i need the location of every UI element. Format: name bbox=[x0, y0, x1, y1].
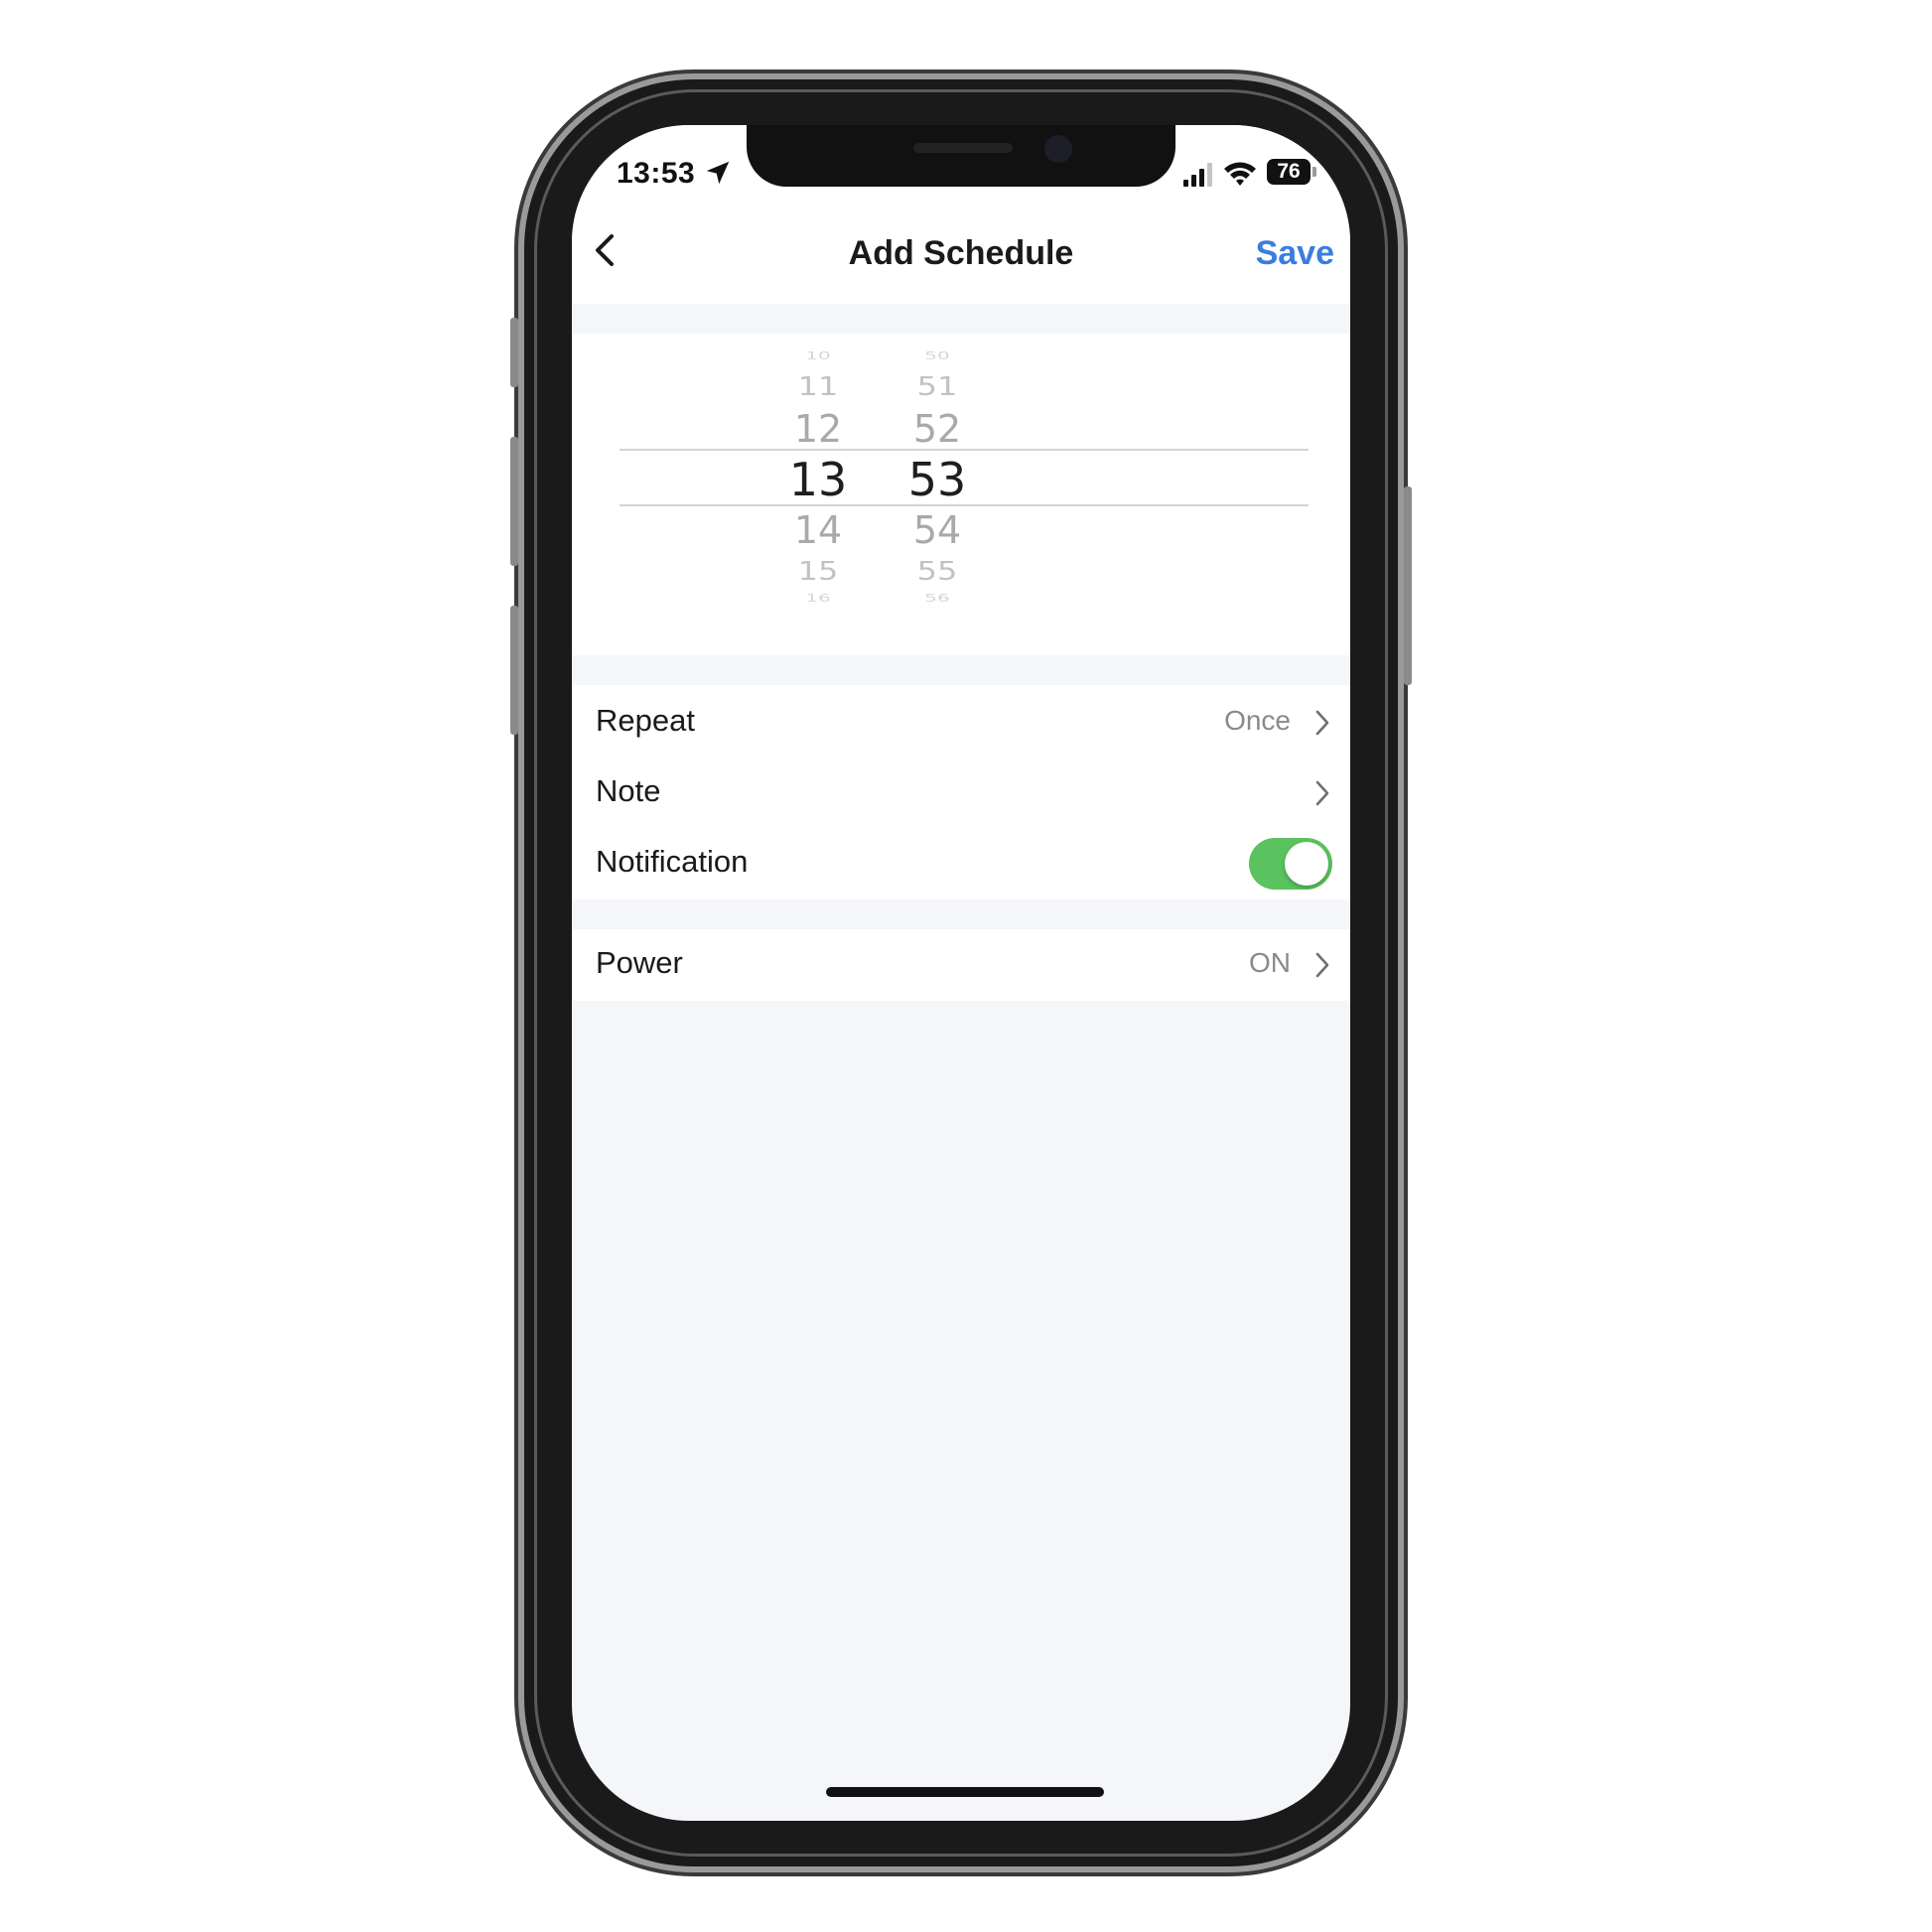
hour-option[interactable]: 12 bbox=[759, 407, 878, 451]
minute-option[interactable]: 56 bbox=[878, 591, 997, 604]
battery-tip bbox=[1312, 167, 1316, 177]
chevron-right-icon bbox=[1315, 952, 1329, 978]
time-picker[interactable]: 10 11 12 13 14 15 16 50 51 52 53 54 55 5… bbox=[572, 334, 1350, 655]
cellular-signal-icon bbox=[1183, 163, 1212, 187]
save-button[interactable]: Save bbox=[1256, 234, 1334, 273]
navigation-bar: Add Schedule Save bbox=[572, 195, 1350, 304]
hour-wheel[interactable]: 10 11 12 13 14 15 16 bbox=[759, 334, 878, 655]
hour-option[interactable]: 15 bbox=[759, 556, 878, 586]
notch bbox=[747, 125, 1175, 187]
minute-wheel[interactable]: 50 51 52 53 54 55 56 bbox=[878, 334, 997, 655]
status-time: 13:53 bbox=[617, 157, 696, 190]
screen: 13:53 76 Add Schedule Save 10 11 12 13 1… bbox=[572, 125, 1350, 1821]
chevron-right-icon bbox=[1315, 780, 1329, 806]
note-row[interactable]: Note bbox=[572, 758, 1350, 829]
minute-option[interactable]: 51 bbox=[878, 371, 997, 401]
battery-icon: 76 bbox=[1267, 159, 1311, 185]
repeat-label: Repeat bbox=[596, 703, 695, 738]
volume-up-button bbox=[510, 437, 518, 566]
settings-group: Repeat Once Note Notification bbox=[572, 685, 1350, 899]
volume-down-button bbox=[510, 606, 518, 735]
front-camera bbox=[1044, 135, 1072, 163]
home-indicator[interactable] bbox=[826, 1787, 1104, 1797]
hour-option[interactable]: 11 bbox=[759, 371, 878, 401]
side-button bbox=[1404, 486, 1412, 685]
repeat-row[interactable]: Repeat Once bbox=[572, 687, 1350, 759]
mute-switch bbox=[510, 318, 518, 387]
minute-option[interactable]: 55 bbox=[878, 556, 997, 586]
power-row[interactable]: Power ON bbox=[572, 929, 1350, 1001]
wifi-icon bbox=[1224, 162, 1256, 186]
notification-toggle[interactable] bbox=[1249, 838, 1332, 890]
minute-option[interactable]: 54 bbox=[878, 508, 997, 552]
location-arrow-icon bbox=[706, 161, 730, 185]
minute-option[interactable]: 52 bbox=[878, 407, 997, 451]
hour-option[interactable]: 10 bbox=[759, 348, 878, 361]
phone-frame: 13:53 76 Add Schedule Save 10 11 12 13 1… bbox=[510, 79, 1412, 1866]
chevron-right-icon bbox=[1315, 710, 1329, 736]
hour-option[interactable]: 14 bbox=[759, 508, 878, 552]
power-value: ON bbox=[1249, 947, 1291, 978]
notification-label: Notification bbox=[596, 844, 749, 879]
power-label: Power bbox=[596, 945, 683, 980]
toggle-knob bbox=[1285, 842, 1328, 886]
hour-option[interactable]: 16 bbox=[759, 591, 878, 604]
hour-selected[interactable]: 13 bbox=[759, 453, 878, 506]
power-group: Power ON bbox=[572, 929, 1350, 1001]
note-label: Note bbox=[596, 773, 661, 808]
minute-option[interactable]: 50 bbox=[878, 348, 997, 361]
page-title: Add Schedule bbox=[848, 234, 1074, 272]
repeat-value: Once bbox=[1224, 705, 1291, 736]
minute-selected[interactable]: 53 bbox=[878, 453, 997, 506]
notification-row: Notification bbox=[572, 828, 1350, 899]
earpiece-speaker bbox=[913, 143, 1013, 153]
